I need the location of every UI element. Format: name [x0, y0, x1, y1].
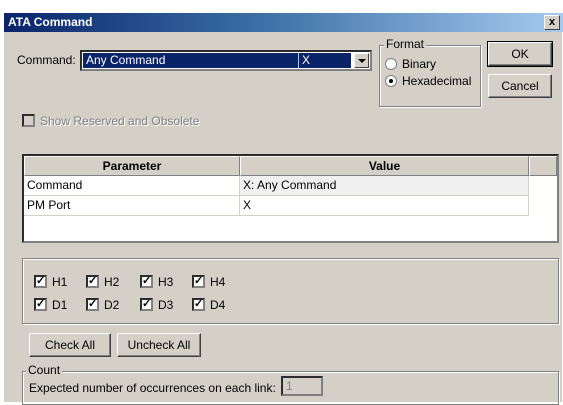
d3-checkbox[interactable]: ✓ [140, 298, 153, 311]
count-label: Expected number of occurrences on each l… [29, 381, 276, 395]
uncheck-all-button[interactable]: Uncheck All [117, 333, 201, 357]
column-header-value[interactable]: Value [240, 156, 529, 176]
d2-checkbox[interactable]: ✓ [86, 298, 99, 311]
link-selection-panel [22, 258, 559, 324]
command-code: X [302, 53, 311, 67]
ok-button[interactable]: OK [487, 41, 553, 67]
command-combobox[interactable]: Any Command X [80, 50, 372, 71]
combo-separator [298, 53, 299, 68]
h2-checkbox[interactable]: ✓ [86, 275, 99, 288]
show-reserved-checkbox[interactable] [22, 114, 35, 127]
ata-command-dialog: ATA Command x Command: Any Command X For… [3, 12, 563, 405]
d1-checkbox[interactable]: ✓ [34, 298, 47, 311]
cancel-button[interactable]: Cancel [488, 74, 552, 98]
table-row-pm-port-value[interactable]: X [240, 196, 529, 216]
hexadecimal-label: Hexadecimal [402, 74, 472, 88]
h1-checkbox[interactable]: ✓ [34, 275, 47, 288]
h3-checkbox[interactable]: ✓ [140, 275, 153, 288]
table-row-pm-port-parameter[interactable]: PM Port [24, 196, 240, 216]
command-label: Command: [17, 53, 76, 67]
h2-label: H2 [104, 275, 120, 289]
title-bar[interactable]: ATA Command x [4, 13, 563, 32]
parameter-table: Parameter Value Command X: Any Command P… [22, 154, 559, 243]
table-row-command-parameter[interactable]: Command [24, 176, 240, 196]
command-value: Any Command [86, 53, 166, 67]
show-reserved-label: Show Reserved and Obsolete [40, 114, 200, 128]
hexadecimal-radio[interactable] [385, 75, 397, 87]
d4-checkbox[interactable]: ✓ [192, 298, 205, 311]
dialog-title: ATA Command [8, 15, 93, 29]
h3-label: H3 [158, 275, 174, 289]
d4-label: D4 [210, 298, 226, 312]
check-all-button[interactable]: Check All [29, 333, 111, 357]
column-header-filler [529, 156, 557, 176]
close-button[interactable]: x [544, 15, 560, 30]
h1-label: H1 [52, 275, 68, 289]
d3-label: D3 [158, 298, 174, 312]
chevron-down-icon[interactable] [354, 53, 369, 68]
count-legend: Count [26, 363, 63, 377]
binary-label: Binary [402, 57, 437, 71]
table-row-command-value[interactable]: X: Any Command [240, 176, 529, 196]
d1-label: D1 [52, 298, 68, 312]
d2-label: D2 [104, 298, 120, 312]
count-input[interactable]: 1 [281, 376, 323, 396]
h4-checkbox[interactable]: ✓ [192, 275, 205, 288]
h4-label: H4 [210, 275, 226, 289]
binary-radio[interactable] [385, 58, 397, 70]
column-header-parameter[interactable]: Parameter [24, 156, 240, 176]
command-selection: Any Command X [83, 53, 351, 68]
format-legend: Format [384, 37, 427, 51]
